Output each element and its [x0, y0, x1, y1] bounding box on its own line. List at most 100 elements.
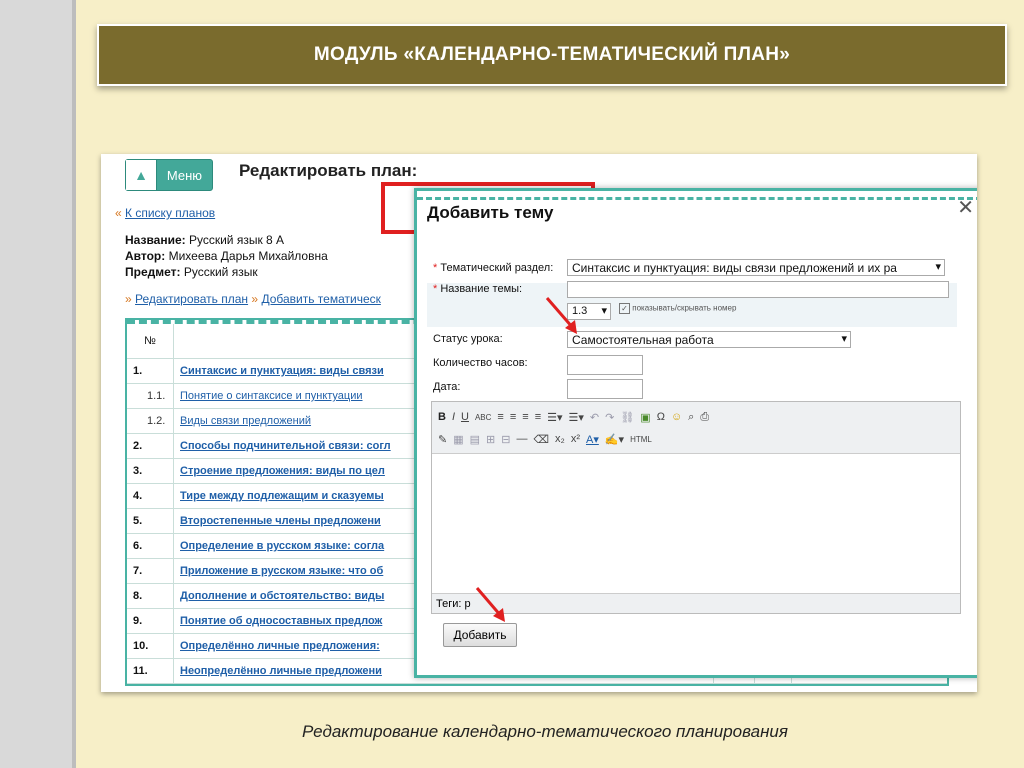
name-value: Русский язык 8 А [188, 233, 285, 247]
image-icon[interactable]: ▣ [640, 411, 650, 424]
edit-quote: » [125, 292, 132, 306]
arrow-up-icon: ▲ [126, 160, 157, 190]
topic-name-input[interactable] [567, 281, 949, 298]
menu-button[interactable]: ▲ Меню [125, 159, 213, 191]
row-number: 4. [133, 490, 143, 502]
slide-left-strip [0, 0, 72, 768]
topic-link[interactable]: Определённо личные предложения: [180, 640, 380, 652]
align-center-icon[interactable]: ≡ [510, 411, 516, 423]
pointer-arrow-icon [475, 587, 505, 622]
date-input[interactable] [567, 379, 643, 399]
column-icon[interactable]: ⊟ [501, 433, 510, 446]
topic-link[interactable]: Приложение в русском языке: что об [180, 565, 383, 577]
font-color-icon[interactable]: A▾ [586, 433, 599, 446]
undo-icon[interactable]: ↶ [590, 411, 599, 424]
horizontal-rule-icon[interactable]: — [516, 433, 527, 445]
dialog-top-border [417, 191, 977, 200]
section-label: Тематический раздел: [440, 262, 554, 274]
pointer-arrow-icon [545, 297, 577, 334]
align-left-icon[interactable]: ≡ [497, 411, 503, 423]
back-link-row: « К списку планов [115, 206, 215, 220]
table-props-icon[interactable]: ▤ [470, 433, 480, 446]
topic-link[interactable]: Синтаксис и пунктуация: виды связи [180, 365, 384, 377]
editor-toolbar: B I U ABC ≡ ≡ ≡ ≡ ☰▾ ☰▾ ↶ ↷ ⛓ ▣ Ω ☺ ⌕ ⎙ … [432, 402, 960, 454]
align-right-icon[interactable]: ≡ [522, 411, 528, 423]
number-column-header: № [144, 335, 156, 347]
page-title: Редактировать план: [239, 161, 418, 180]
required-mark: * [433, 262, 438, 274]
row-number: 1.1. [147, 390, 166, 402]
topic-link[interactable]: Строение предложения: виды по цел [180, 465, 385, 477]
topic-link[interactable]: Понятие об односоставных предлож [180, 615, 382, 627]
status-select-value: Самостоятельная работа [572, 333, 714, 347]
author-value: Михеева Дарья Михайловна [168, 249, 328, 263]
back-to-plans-link[interactable]: К списку планов [125, 206, 215, 220]
topic-link[interactable]: Понятие о синтаксисе и пунктуации [180, 390, 363, 402]
row-number: 10. [133, 640, 149, 652]
strikethrough-icon[interactable]: ABC [475, 413, 491, 422]
section-select[interactable]: Синтаксис и пунктуация: виды связи предл… [567, 259, 945, 276]
underline-icon[interactable]: U [461, 411, 469, 423]
add-thematic-link[interactable]: Добавить тематическ [261, 292, 380, 306]
subject-value: Русский язык [183, 265, 258, 279]
table-icon[interactable]: ▦ [453, 433, 463, 446]
emoticon-icon[interactable]: ☺ [671, 411, 682, 423]
hours-label: Количество часов: [433, 357, 528, 369]
tags-label: Теги: p [436, 597, 471, 610]
slide-title: МОДУЛЬ «КАЛЕНДАРНО-ТЕМАТИЧЕСКИЙ ПЛАН» [313, 44, 791, 65]
row-number: 11. [133, 665, 148, 677]
topic-link[interactable]: Второстепенные члены предложени [180, 515, 381, 527]
hours-input[interactable] [567, 355, 643, 375]
row-number: 6. [133, 540, 143, 552]
superscript-icon[interactable]: x² [571, 433, 580, 445]
topic-link[interactable]: Определение в русском языке: согла [180, 540, 384, 552]
show-number-label: показывать/скрывать номер [632, 303, 737, 313]
topic-link[interactable]: Неопределённо личные предложени [180, 665, 382, 677]
topic-name-label: Название темы: [440, 283, 523, 295]
toolbar-row-2: ✎ ▦ ▤ ⊞ ⊟ — ⌫ x₂ x² A▾ ✍▾ HTML [438, 428, 954, 450]
name-label: Название: [125, 233, 186, 247]
author-label: Автор: [125, 249, 166, 263]
status-select[interactable]: Самостоятельная работа [567, 331, 851, 348]
bullet-list-icon[interactable]: ☰▾ [547, 411, 562, 424]
row-number: 3. [133, 465, 143, 477]
slide-caption: Редактирование календарно-тематического … [302, 722, 788, 741]
italic-icon[interactable]: I [452, 411, 455, 423]
topic-link[interactable]: Виды связи предложений [180, 415, 311, 427]
topic-link[interactable]: Тире между подлежащим и сказуемы [180, 490, 384, 502]
row-number: 1. [133, 365, 143, 377]
section-select-value: Синтаксис и пунктуация: виды связи предл… [572, 261, 897, 275]
close-icon[interactable]: ✕ [957, 195, 974, 220]
section-label-row: * Тематический раздел: [433, 262, 553, 274]
show-number-checkbox[interactable]: ✓ [619, 303, 630, 314]
rich-text-editor: B I U ABC ≡ ≡ ≡ ≡ ☰▾ ☰▾ ↶ ↷ ⛓ ▣ Ω ☺ ⌕ ⎙ … [431, 401, 961, 614]
subject-label: Предмет: [125, 265, 181, 279]
highlight-color-icon[interactable]: ✍▾ [605, 433, 624, 446]
html-icon[interactable]: HTML [630, 435, 652, 444]
add-quote: » [251, 292, 259, 306]
bold-icon[interactable]: B [438, 411, 446, 423]
edit-icon[interactable]: ✎ [438, 433, 447, 446]
slide-title-bar: МОДУЛЬ «КАЛЕНДАРНО-ТЕМАТИЧЕСКИЙ ПЛАН» [97, 24, 1007, 86]
row-icon[interactable]: ⊞ [486, 433, 495, 446]
numbered-list-icon[interactable]: ☰▾ [569, 411, 584, 424]
search-icon[interactable]: ⌕ [688, 411, 694, 424]
show-number-row: ✓ показывать/скрывать номер [619, 303, 736, 314]
subscript-icon[interactable]: x₂ [555, 433, 565, 445]
redo-icon[interactable]: ↷ [605, 411, 614, 424]
edit-plan-link[interactable]: Редактировать план [135, 292, 248, 306]
special-char-icon[interactable]: Ω [657, 411, 665, 423]
topic-link[interactable]: Дополнение и обстоятельство: виды [180, 590, 384, 602]
row-number: 2. [133, 440, 143, 452]
link-icon[interactable]: ⛓ [620, 411, 634, 424]
align-justify-icon[interactable]: ≡ [535, 411, 541, 423]
edit-links-row: » Редактировать план » Добавить тематиче… [125, 292, 381, 306]
dialog-title: Добавить тему [427, 203, 554, 222]
print-icon[interactable]: ⎙ [700, 411, 709, 424]
screenshot-panel: ▲ Меню Редактировать план: « К списку пл… [101, 154, 977, 692]
topic-link[interactable]: Способы подчинительной связи: согл [180, 440, 391, 452]
row-number: 5. [133, 515, 143, 527]
clear-format-icon[interactable]: ⌫ [533, 433, 549, 446]
row-number: 8. [133, 590, 143, 602]
plan-meta: Название: Русский язык 8 А Автор: Михеев… [125, 232, 328, 280]
